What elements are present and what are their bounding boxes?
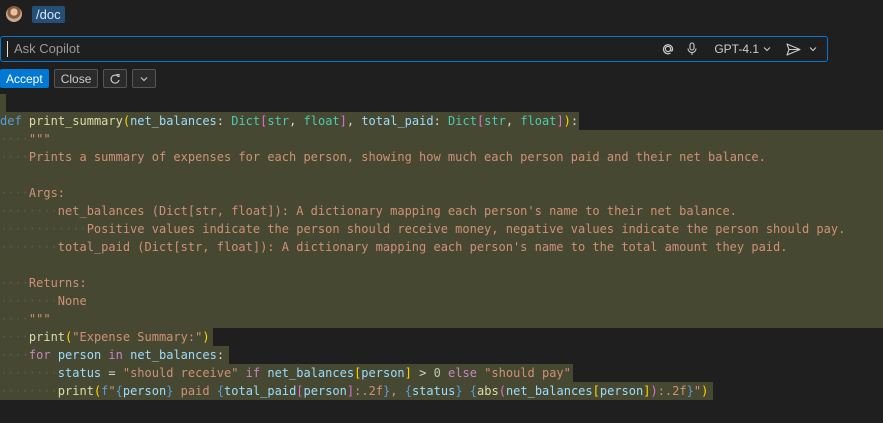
variable-name: person (361, 366, 405, 380)
ask-copilot-input[interactable]: Ask Copilot (7, 41, 660, 57)
function-call: print (28, 330, 66, 344)
string-literal: "Expense Summary:" (72, 330, 203, 344)
variable-name: person (599, 384, 644, 398)
keyword-for: for (28, 348, 51, 362)
code-line (0, 256, 883, 274)
code-line: def print_summary(net_balances: Dict[str… (0, 112, 579, 130)
keyword-else: else (448, 366, 477, 380)
code-line (0, 166, 883, 184)
keyword-in: in (108, 348, 123, 362)
type-name: Dict (231, 114, 261, 128)
docstring-text: None (57, 294, 87, 308)
code-line: ········status = "should receive" if net… (0, 364, 883, 382)
edit-actions: Accept Close (0, 68, 157, 89)
variable-name: total_paid (224, 384, 297, 398)
input-toolbar: GPT-4.1 (660, 41, 827, 57)
accept-button[interactable]: Accept (0, 69, 49, 88)
at-icon[interactable] (660, 41, 676, 57)
variable-name: person (122, 384, 167, 398)
user-avatar (6, 6, 22, 22)
code-line: ····print("Expense Summary:") (0, 328, 883, 346)
format-spec: :.2f (354, 384, 384, 398)
code-line: ········None (0, 292, 883, 310)
type-name: str (484, 114, 506, 128)
chevron-down-icon (763, 47, 771, 52)
code-line: ····""" (0, 130, 883, 148)
chevron-down-icon[interactable] (809, 46, 817, 52)
chevron-down-icon[interactable] (132, 69, 157, 88)
variable-name: net_balances (505, 384, 593, 398)
param-name: total_paid (361, 114, 434, 128)
send-icon[interactable] (785, 41, 801, 57)
docstring-text: Args: (28, 186, 66, 200)
loop-variable: person (57, 348, 102, 362)
microphone-icon[interactable] (684, 41, 700, 57)
refresh-icon[interactable] (103, 69, 128, 88)
code-line: ····Args: (0, 184, 883, 202)
keyword-if: if (245, 366, 261, 380)
type-name: float (520, 114, 557, 128)
docstring-text: net_balances (Dict[str, float]): A dicti… (57, 204, 737, 218)
docstring-delimiter: """ (28, 312, 51, 326)
variable-name: status (57, 366, 102, 380)
type-name: Dict (448, 114, 477, 128)
variable-name: net_balances (267, 366, 355, 380)
close-button[interactable]: Close (53, 69, 99, 88)
code-editor[interactable]: def print_summary(net_balances: Dict[str… (0, 94, 883, 400)
code-line: ····Returns: (0, 274, 883, 292)
code-line (0, 94, 883, 112)
code-line: ····for person in net_balances: (0, 346, 883, 364)
docstring-text: total_paid (Dict[str, float]): A diction… (57, 240, 788, 254)
string-literal: "should receive" (122, 366, 239, 380)
code-line: ············Positive values indicate the… (0, 220, 883, 238)
variable-name: person (303, 384, 347, 398)
docstring-text: Returns: (28, 276, 87, 290)
chat-header: /doc (0, 0, 883, 28)
variable-name: status (411, 384, 456, 398)
code-line: ····Prints a summary of expenses for eac… (0, 148, 883, 166)
keyword-def: def (0, 114, 22, 128)
function-name: print_summary (28, 114, 123, 128)
docstring-text: Positive values indicate the person shou… (86, 222, 846, 236)
code-line: ········net_balances (Dict[str, float]):… (0, 202, 883, 220)
slash-command-chip[interactable]: /doc (32, 5, 65, 23)
string-literal: paid (173, 384, 217, 398)
function-call: print (57, 384, 94, 398)
docstring-delimiter: """ (28, 132, 51, 146)
model-picker[interactable]: GPT-4.1 (714, 42, 771, 56)
type-name: str (267, 114, 290, 128)
code-line: ········total_paid (Dict[str, float]): A… (0, 238, 883, 256)
type-name: float (303, 114, 340, 128)
docstring-text: Prints a summary of expenses for each pe… (28, 150, 766, 164)
format-spec: :.2f (657, 384, 687, 398)
string-literal: "should pay" (484, 366, 571, 380)
copilot-input-bar[interactable]: Ask Copilot GPT-4.1 (0, 36, 828, 62)
number-literal: 0 (433, 366, 441, 380)
code-line: ········print(f"{person} paid {total_pai… (0, 382, 883, 400)
iterable-name: net_balances (130, 348, 217, 362)
function-call: abs (477, 384, 499, 398)
model-label: GPT-4.1 (714, 42, 759, 56)
code-line: ····""" (0, 310, 883, 328)
param-name: net_balances (130, 114, 217, 128)
